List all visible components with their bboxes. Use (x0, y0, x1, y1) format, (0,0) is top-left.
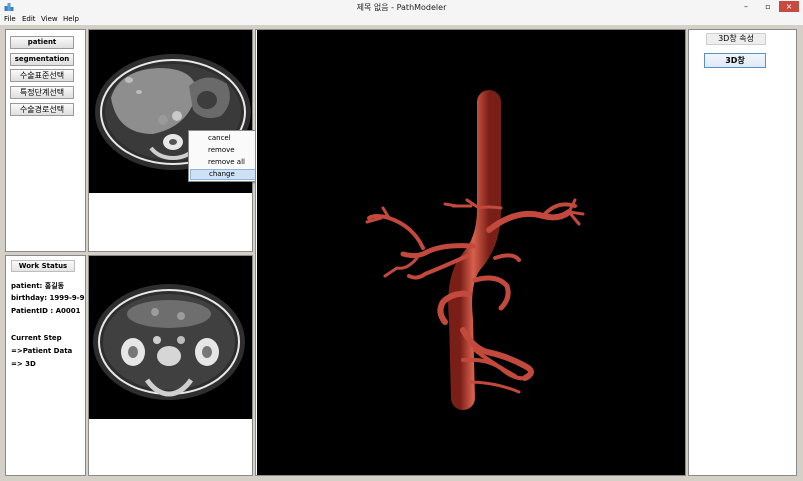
maximize-button[interactable]: ▫ (761, 1, 775, 12)
menu-view[interactable]: View (41, 15, 58, 23)
menu-edit[interactable]: Edit (22, 15, 36, 23)
patient-name-text: patient: 홍길동 (11, 282, 65, 290)
menu-bar: File Edit View Help (0, 14, 803, 25)
segmentation-button[interactable]: segmentation (10, 53, 74, 66)
menu-file[interactable]: File (4, 15, 16, 23)
close-button[interactable]: × (779, 1, 799, 12)
ct-slice-kidney-view[interactable] (89, 256, 252, 419)
ct-slice-kidney-image (93, 284, 245, 400)
work-status-title: Work Status (11, 260, 75, 272)
step-3d: => 3D (11, 360, 36, 368)
surgery-standard-select-button[interactable]: 수술표준선택 (10, 69, 74, 82)
specific-stage-select-button[interactable]: 특정단계선택 (10, 86, 74, 99)
current-step-label: Current Step (11, 334, 62, 342)
step-patient-data: =>Patient Data (11, 347, 73, 355)
birthday-text: birthday: 1999-9-9 (11, 294, 85, 302)
window-title: 제목 없음 - PathModeler (356, 3, 447, 12)
3d-vessel-view[interactable] (257, 30, 685, 475)
patient-button[interactable]: patient (10, 36, 74, 49)
3d-properties-title: 3D창 속성 (706, 33, 766, 45)
patient-id-text: PatientID : A0001 (11, 307, 81, 315)
3d-vessel-render (365, 90, 585, 410)
surgery-path-select-button[interactable]: 수술경로선택 (10, 103, 74, 116)
menu-help[interactable]: Help (63, 15, 79, 23)
title-bar: 제목 없음 - PathModeler – ▫ × (0, 0, 803, 14)
minimize-button[interactable]: – (739, 1, 753, 12)
properties-panel (688, 29, 797, 476)
3d-window-button[interactable]: 3D창 (704, 53, 766, 68)
